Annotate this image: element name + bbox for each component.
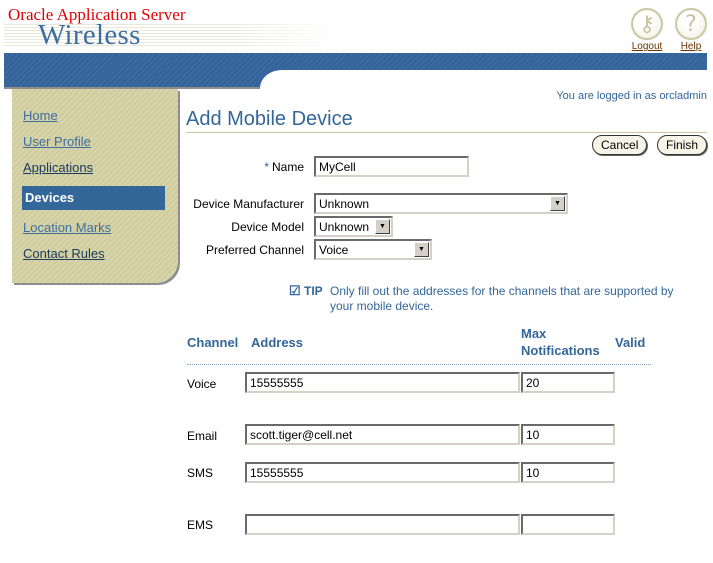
question-icon: ? (675, 8, 707, 40)
checkmark-icon: ☑ (289, 283, 301, 298)
name-input[interactable] (314, 156, 469, 177)
device-manufacturer-label: Device Manufacturer (193, 197, 304, 211)
dropdown-arrow-icon: ▼ (550, 196, 565, 211)
tip-text: Only fill out the addresses for the chan… (330, 284, 674, 313)
dropdown-arrow-icon: ▼ (414, 242, 429, 257)
brand-product-name: Wireless (38, 19, 141, 51)
sidebar-item-applications[interactable]: Applications (23, 160, 93, 175)
sidebar-item-user-profile[interactable]: User Profile (23, 134, 91, 149)
key-icon: ⚷ (631, 8, 663, 40)
channel-label-voice: Voice (187, 377, 217, 391)
column-header-channel: Channel (187, 335, 239, 350)
email-address-input[interactable] (245, 424, 520, 445)
voice-max-notifications-input[interactable] (521, 372, 615, 393)
device-model-label: Device Model (231, 220, 304, 234)
channel-label-email: Email (187, 429, 218, 443)
sidebar-item-contact-rules[interactable]: Contact Rules (23, 246, 105, 261)
preferred-channel-label: Preferred Channel (205, 243, 304, 257)
device-manufacturer-select[interactable]: Unknown ▼ (314, 193, 568, 214)
sms-max-notifications-input[interactable] (521, 462, 615, 483)
table-header-divider (187, 364, 651, 365)
sidebar-item-location-marks[interactable]: Location Marks (23, 220, 111, 235)
login-status: You are logged in as orcladmin (556, 90, 707, 102)
voice-address-input[interactable] (245, 372, 520, 393)
sidebar-item-home[interactable]: Home (23, 108, 58, 123)
tip-heading: ☑ TIP (289, 283, 323, 298)
dropdown-arrow-icon: ▼ (375, 219, 390, 234)
sidebar-item-devices[interactable]: Devices (22, 186, 165, 210)
help-button[interactable]: ? Help (675, 8, 707, 52)
logout-label: Logout (631, 41, 663, 52)
preferred-channel-select[interactable]: Voice ▼ (314, 239, 432, 260)
column-header-address: Address (251, 335, 304, 350)
sms-address-input[interactable] (245, 462, 520, 483)
title-divider (186, 132, 707, 133)
help-label: Help (680, 41, 702, 52)
column-header-valid: Valid (615, 335, 646, 350)
name-label: * Name (264, 160, 304, 174)
page-title: Add Mobile Device (186, 108, 353, 130)
channel-label-ems: EMS (187, 518, 214, 532)
channel-label-sms: SMS (187, 466, 214, 480)
required-icon: * (264, 160, 269, 174)
side-navigation: Home User Profile Applications Devices L… (12, 89, 178, 283)
cancel-button[interactable]: Cancel (592, 135, 648, 155)
device-model-select[interactable]: Unknown ▼ (314, 216, 393, 237)
ems-address-input[interactable] (245, 514, 520, 535)
logout-button[interactable]: ⚷ Logout (631, 8, 663, 52)
column-header-max-notifications: Max Notifications (521, 326, 600, 358)
ems-max-notifications-input[interactable] (521, 514, 615, 535)
email-max-notifications-input[interactable] (521, 424, 615, 445)
finish-button[interactable]: Finish (657, 135, 708, 155)
